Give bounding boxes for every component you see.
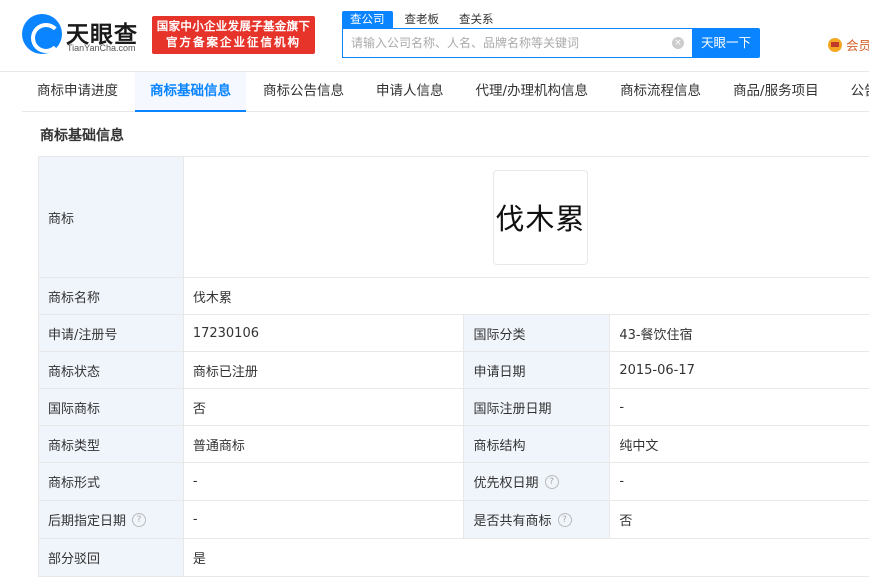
section-title: 商标基础信息 [40,128,124,144]
help-icon[interactable]: ? [132,512,147,527]
table-row: 商标形式 - 优先权日期 ? - [39,463,869,501]
clear-icon[interactable]: × [672,37,684,49]
table-row: 商标类型 普通商标 商标结构 纯中文 [39,426,869,463]
help-icon[interactable]: ? [557,512,572,527]
shared-value: 否 [610,501,869,538]
table-row: 商标 伐木累 [39,157,869,278]
tianyancha-logo[interactable]: 天眼查 TianYanCha.com [22,14,152,56]
name-label: 商标名称 [39,278,184,314]
trademark-image[interactable]: 伐木累 [492,169,588,265]
logo-subtitle: TianYanCha.com [67,43,136,53]
regno-label: 申请/注册号 [39,315,184,351]
later-date-label: 后期指定日期 [48,514,127,529]
crown-icon [828,37,842,52]
search-button[interactable]: 天眼一下 [692,28,760,58]
intl-tm-value: 否 [184,389,465,425]
later-date-label-cell: 后期指定日期 ? [39,501,184,538]
badge-line-2: 官方备案企业征信机构 [166,35,301,49]
intl-tm-label: 国际商标 [39,389,184,425]
logo-eye-icon [22,14,62,54]
table-row: 部分驳回 是 [39,539,869,577]
priority-date-label: 优先权日期 [473,476,539,491]
form-value: - [184,463,465,500]
form-label: 商标形式 [39,463,184,500]
intl-class-label: 国际分类 [464,315,611,351]
official-badge: 国家中小企业发展子基金旗下 官方备案企业征信机构 [152,16,315,54]
trademark-label: 商标 [39,157,184,277]
tab-goods-services[interactable]: 商品/服务项目 [718,72,834,112]
priority-date-label-cell: 优先权日期 ? [464,463,611,500]
intl-class-value: 43-餐饮住宿 [610,315,869,351]
search-type-tabs: 查公司 查老板 查关系 [342,11,506,28]
search-box: × [342,28,692,58]
partial-reject-label: 部分驳回 [39,539,184,576]
trademark-image-cell: 伐木累 [184,157,869,277]
table-row: 后期指定日期 ? - 是否共有商标 ? 否 [39,501,869,539]
trademark-info-table: 商标 伐木累 商标名称 伐木累 申请/注册号 17230106 国际分类 43-… [38,156,869,577]
tab-applicant-info[interactable]: 申请人信息 [361,72,459,112]
structure-value: 纯中文 [610,426,869,462]
name-value: 伐木累 [184,278,869,314]
vip-entry[interactable]: 会员 [828,35,869,54]
tab-basic-info[interactable]: 商标基础信息 [135,72,246,112]
shared-label: 是否共有商标 [473,514,552,529]
apply-date-label: 申请日期 [464,352,611,388]
later-date-value: - [184,501,465,538]
help-icon[interactable]: ? [544,474,559,489]
status-label: 商标状态 [39,352,184,388]
priority-date-value: - [610,463,869,500]
table-row: 商标状态 商标已注册 申请日期 2015-06-17 [39,352,869,389]
search-tab-company[interactable]: 查公司 [342,11,393,28]
tab-notice-info[interactable]: 公告信息 [836,72,869,112]
detail-tabs: 商标申请进度 商标基础信息 商标公告信息 申请人信息 代理/办理机构信息 商标流… [22,72,869,112]
type-label: 商标类型 [39,426,184,462]
partial-reject-value: 是 [184,539,869,576]
search-tab-relation[interactable]: 查关系 [451,11,502,28]
shared-label-cell: 是否共有商标 ? [464,501,611,538]
table-row: 国际商标 否 国际注册日期 - [39,389,869,426]
structure-label: 商标结构 [464,426,611,462]
type-value: 普通商标 [184,426,465,462]
tab-agency-info[interactable]: 代理/办理机构信息 [461,72,604,112]
tab-announcement-info[interactable]: 商标公告信息 [248,72,359,112]
site-header: 天眼查 TianYanCha.com 国家中小企业发展子基金旗下 官方备案企业征… [0,0,869,72]
search-input[interactable] [343,29,663,57]
intl-reg-date-value: - [610,389,869,425]
regno-value: 17230106 [184,315,465,351]
table-row: 申请/注册号 17230106 国际分类 43-餐饮住宿 [39,315,869,352]
vip-label: 会员 [846,38,869,53]
status-value: 商标已注册 [184,352,465,388]
tab-process-info[interactable]: 商标流程信息 [605,72,716,112]
badge-line-1: 国家中小企业发展子基金旗下 [156,19,311,33]
search-tab-boss[interactable]: 查老板 [397,11,448,28]
table-row: 商标名称 伐木累 [39,278,869,315]
apply-date-value: 2015-06-17 [610,352,869,388]
tab-application-progress[interactable]: 商标申请进度 [22,72,133,112]
intl-reg-date-label: 国际注册日期 [464,389,611,425]
